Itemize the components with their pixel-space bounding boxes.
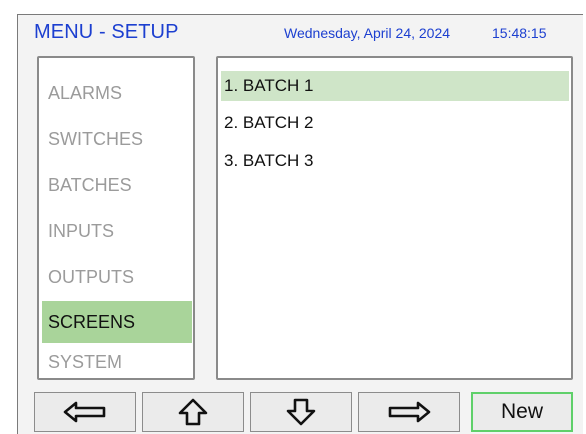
list-item-label: 2. BATCH 2 [224, 113, 314, 132]
list-item-batch-3[interactable]: 3. BATCH 3 [221, 146, 569, 176]
left-button[interactable] [34, 392, 136, 432]
arrow-right-icon [388, 401, 431, 423]
time-display: 15:48:15 [492, 25, 547, 41]
menu-item-label: SYSTEM [48, 351, 123, 372]
menu-item-alarms[interactable]: ALARMS [42, 72, 192, 114]
menu-item-label: OUTPUTS [48, 266, 135, 287]
list-item-label: 3. BATCH 3 [224, 151, 314, 170]
new-button-label: New [500, 400, 543, 423]
menu-item-label: SWITCHES [48, 128, 144, 149]
menu-item-batches[interactable]: BATCHES [42, 164, 192, 206]
menu-item-label: SCREENS [48, 311, 136, 332]
new-button[interactable]: New [471, 392, 573, 432]
right-button[interactable] [358, 392, 460, 432]
menu-item-system[interactable]: SYSTEM [42, 344, 192, 380]
date-display: Wednesday, April 24, 2024 [284, 25, 451, 41]
menu-item-label: INPUTS [48, 220, 115, 241]
list-item-batch-2[interactable]: 2. BATCH 2 [221, 108, 569, 138]
list-item-label: 1. BATCH 1 [224, 76, 314, 95]
screens-list: 1. BATCH 1 2. BATCH 2 3. BATCH 3 [216, 56, 573, 380]
page-title: MENU - SETUP [34, 21, 179, 43]
setup-menu: ALARMS SWITCHES BATCHES INPUTS OUTPUTS S… [37, 56, 195, 380]
menu-item-switches[interactable]: SWITCHES [42, 118, 192, 160]
menu-item-outputs[interactable]: OUTPUTS [42, 256, 192, 298]
menu-item-label: BATCHES [48, 174, 132, 195]
arrow-left-icon [63, 401, 106, 423]
down-button[interactable] [250, 392, 352, 432]
up-button[interactable] [142, 392, 244, 432]
menu-item-screens[interactable]: SCREENS [42, 301, 192, 343]
arrow-up-icon [178, 398, 208, 426]
header: MENU - SETUP Wednesday, April 24, 2024 1… [18, 15, 584, 49]
menu-item-label: ALARMS [48, 82, 123, 103]
arrow-down-icon [286, 398, 316, 426]
setup-screen: MENU - SETUP Wednesday, April 24, 2024 1… [17, 14, 583, 434]
menu-item-inputs[interactable]: INPUTS [42, 210, 192, 252]
list-item-batch-1[interactable]: 1. BATCH 1 [221, 71, 569, 101]
